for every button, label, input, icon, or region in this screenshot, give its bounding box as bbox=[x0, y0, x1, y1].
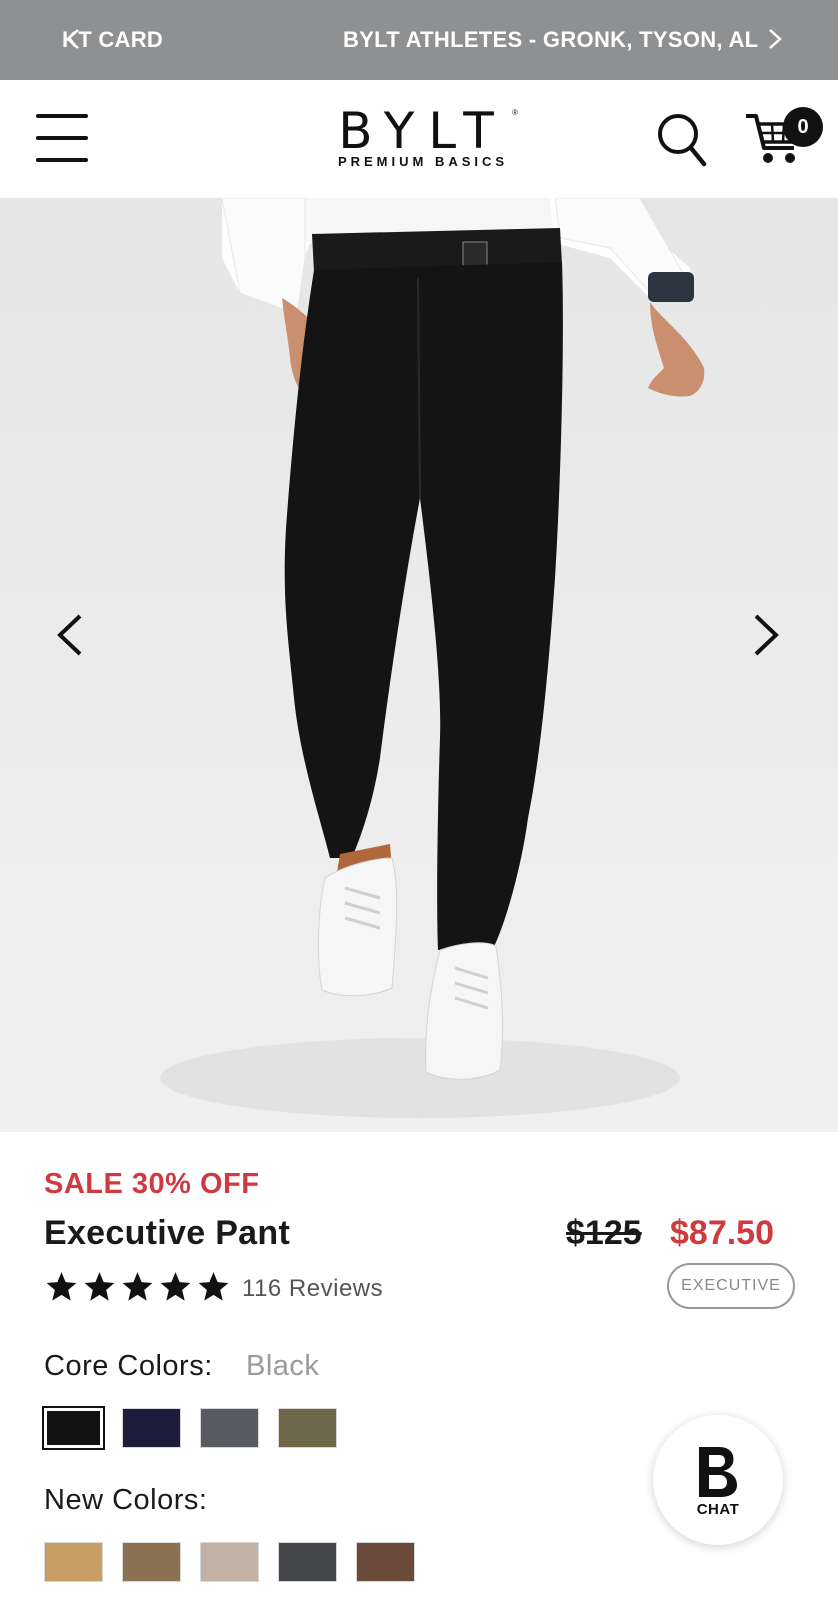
star-icon bbox=[198, 1272, 229, 1301]
product-photo bbox=[160, 198, 705, 1118]
chat-label: CHAT bbox=[696, 1501, 740, 1518]
core-colors-label: Core Colors: bbox=[44, 1350, 213, 1382]
core-color-swatches bbox=[42, 1406, 337, 1450]
announcement-bar: KT CARD BYLT ATHLETES - GRONK, TYSON, AL bbox=[0, 0, 838, 80]
fit-badge[interactable]: EXECUTIVE bbox=[667, 1263, 795, 1309]
star-icon bbox=[122, 1272, 153, 1301]
sale-price: $87.50 bbox=[670, 1214, 774, 1252]
color-swatch[interactable] bbox=[200, 1542, 259, 1582]
announcement-message-right[interactable]: BYLT ATHLETES - GRONK, TYSON, AL bbox=[343, 27, 775, 53]
color-swatch[interactable] bbox=[122, 1408, 181, 1448]
color-swatch[interactable] bbox=[278, 1408, 337, 1448]
hamburger-menu-icon[interactable] bbox=[36, 114, 88, 164]
logo-tagline: PREMIUM BASICS bbox=[337, 154, 509, 169]
cart-count-badge[interactable]: 0 bbox=[783, 107, 823, 147]
product-image-gallery[interactable] bbox=[0, 198, 838, 1132]
original-price: $125 bbox=[566, 1214, 642, 1252]
logo-wordmark: BYLT bbox=[338, 102, 508, 160]
chat-button[interactable]: CHAT bbox=[653, 1415, 783, 1545]
color-swatch[interactable] bbox=[356, 1542, 415, 1582]
rating-stars[interactable] bbox=[44, 1270, 231, 1304]
sale-label: SALE 30% OFF bbox=[44, 1168, 260, 1200]
star-icon bbox=[46, 1272, 77, 1301]
chevron-right-icon[interactable] bbox=[758, 24, 788, 54]
color-swatch[interactable] bbox=[200, 1408, 259, 1448]
color-swatch[interactable] bbox=[44, 1542, 103, 1582]
site-header: BYLT ® PREMIUM BASICS 0 bbox=[0, 80, 838, 198]
gallery-prev-button[interactable] bbox=[44, 608, 98, 662]
star-icon bbox=[160, 1272, 191, 1301]
color-swatch[interactable] bbox=[278, 1542, 337, 1582]
bylt-b-logo-icon bbox=[699, 1447, 737, 1497]
color-swatch[interactable] bbox=[122, 1542, 181, 1582]
announcement-message-left[interactable]: KT CARD bbox=[62, 27, 163, 53]
product-title: Executive Pant bbox=[44, 1214, 291, 1252]
reviews-link[interactable]: 116 Reviews bbox=[242, 1275, 383, 1303]
bylt-logo[interactable]: BYLT ® PREMIUM BASICS bbox=[318, 104, 528, 176]
search-icon[interactable] bbox=[656, 112, 708, 168]
registered-mark: ® bbox=[512, 108, 518, 117]
star-icon bbox=[84, 1272, 115, 1301]
gallery-next-button[interactable] bbox=[738, 608, 792, 662]
new-colors-label: New Colors: bbox=[44, 1484, 208, 1516]
new-color-swatches bbox=[44, 1542, 415, 1582]
color-swatch[interactable] bbox=[42, 1406, 105, 1450]
selected-color-name: Black bbox=[246, 1350, 320, 1382]
